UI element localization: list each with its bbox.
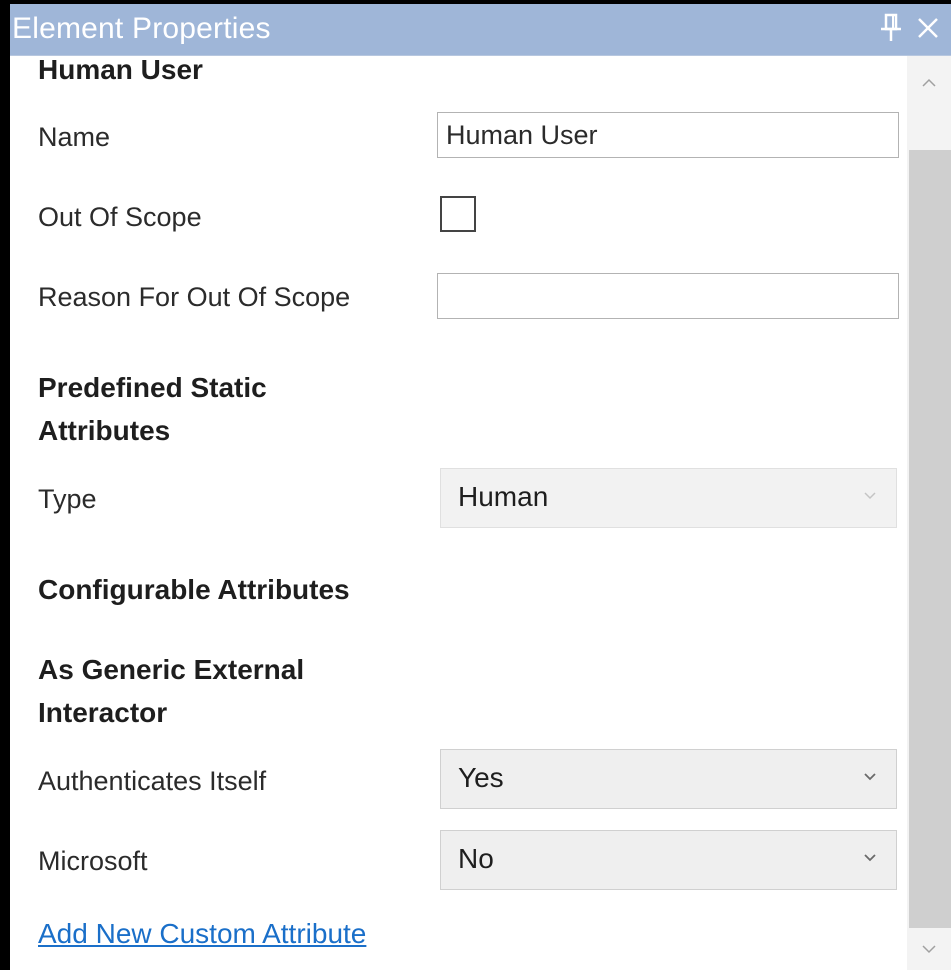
configurable-heading: Configurable Attributes	[38, 574, 350, 605]
close-icon[interactable]	[913, 10, 943, 49]
authenticates-value: Yes	[458, 762, 504, 793]
generic-external-heading: As Generic External Interactor	[38, 648, 304, 734]
chevron-down-icon	[864, 773, 876, 781]
predefined-heading: Predefined Static Attributes	[38, 366, 267, 452]
type-label: Type	[38, 484, 97, 514]
reason-label: Reason For Out Of Scope	[38, 282, 351, 312]
scroll-thumb[interactable]	[909, 150, 951, 928]
element-heading: Human User	[38, 54, 203, 85]
predefined-heading-line2: Attributes	[38, 415, 171, 446]
panel-title: Element Properties	[12, 12, 271, 45]
element-properties-panel: Element Properties Human User Name Out O…	[10, 4, 951, 970]
out-of-scope-label: Out Of Scope	[38, 202, 202, 232]
microsoft-value: No	[458, 843, 494, 874]
chevron-down-icon	[864, 854, 876, 862]
vertical-scrollbar[interactable]	[907, 56, 951, 970]
generic-external-heading-line1: As Generic External	[38, 654, 305, 685]
generic-external-heading-line2: Interactor	[38, 697, 168, 728]
add-custom-attribute-link[interactable]: Add New Custom Attribute	[38, 918, 366, 950]
name-label: Name	[38, 122, 111, 152]
authenticates-label: Authenticates Itself	[38, 766, 267, 796]
pin-icon[interactable]	[878, 10, 904, 52]
microsoft-label: Microsoft	[38, 846, 148, 876]
properties-content: Human User Name Out Of Scope Reason For …	[10, 54, 906, 970]
type-dropdown[interactable]: Human	[440, 468, 897, 528]
type-value: Human	[458, 481, 549, 512]
authenticates-dropdown[interactable]: Yes	[440, 749, 897, 809]
predefined-heading-line1: Predefined Static	[38, 372, 267, 403]
reason-field[interactable]	[437, 273, 899, 319]
chevron-down-icon	[864, 492, 876, 500]
microsoft-dropdown[interactable]: No	[440, 830, 897, 890]
name-field[interactable]	[437, 112, 899, 158]
out-of-scope-checkbox[interactable]	[440, 196, 476, 232]
scroll-down-icon[interactable]	[921, 942, 937, 956]
scroll-up-icon[interactable]	[921, 76, 937, 90]
